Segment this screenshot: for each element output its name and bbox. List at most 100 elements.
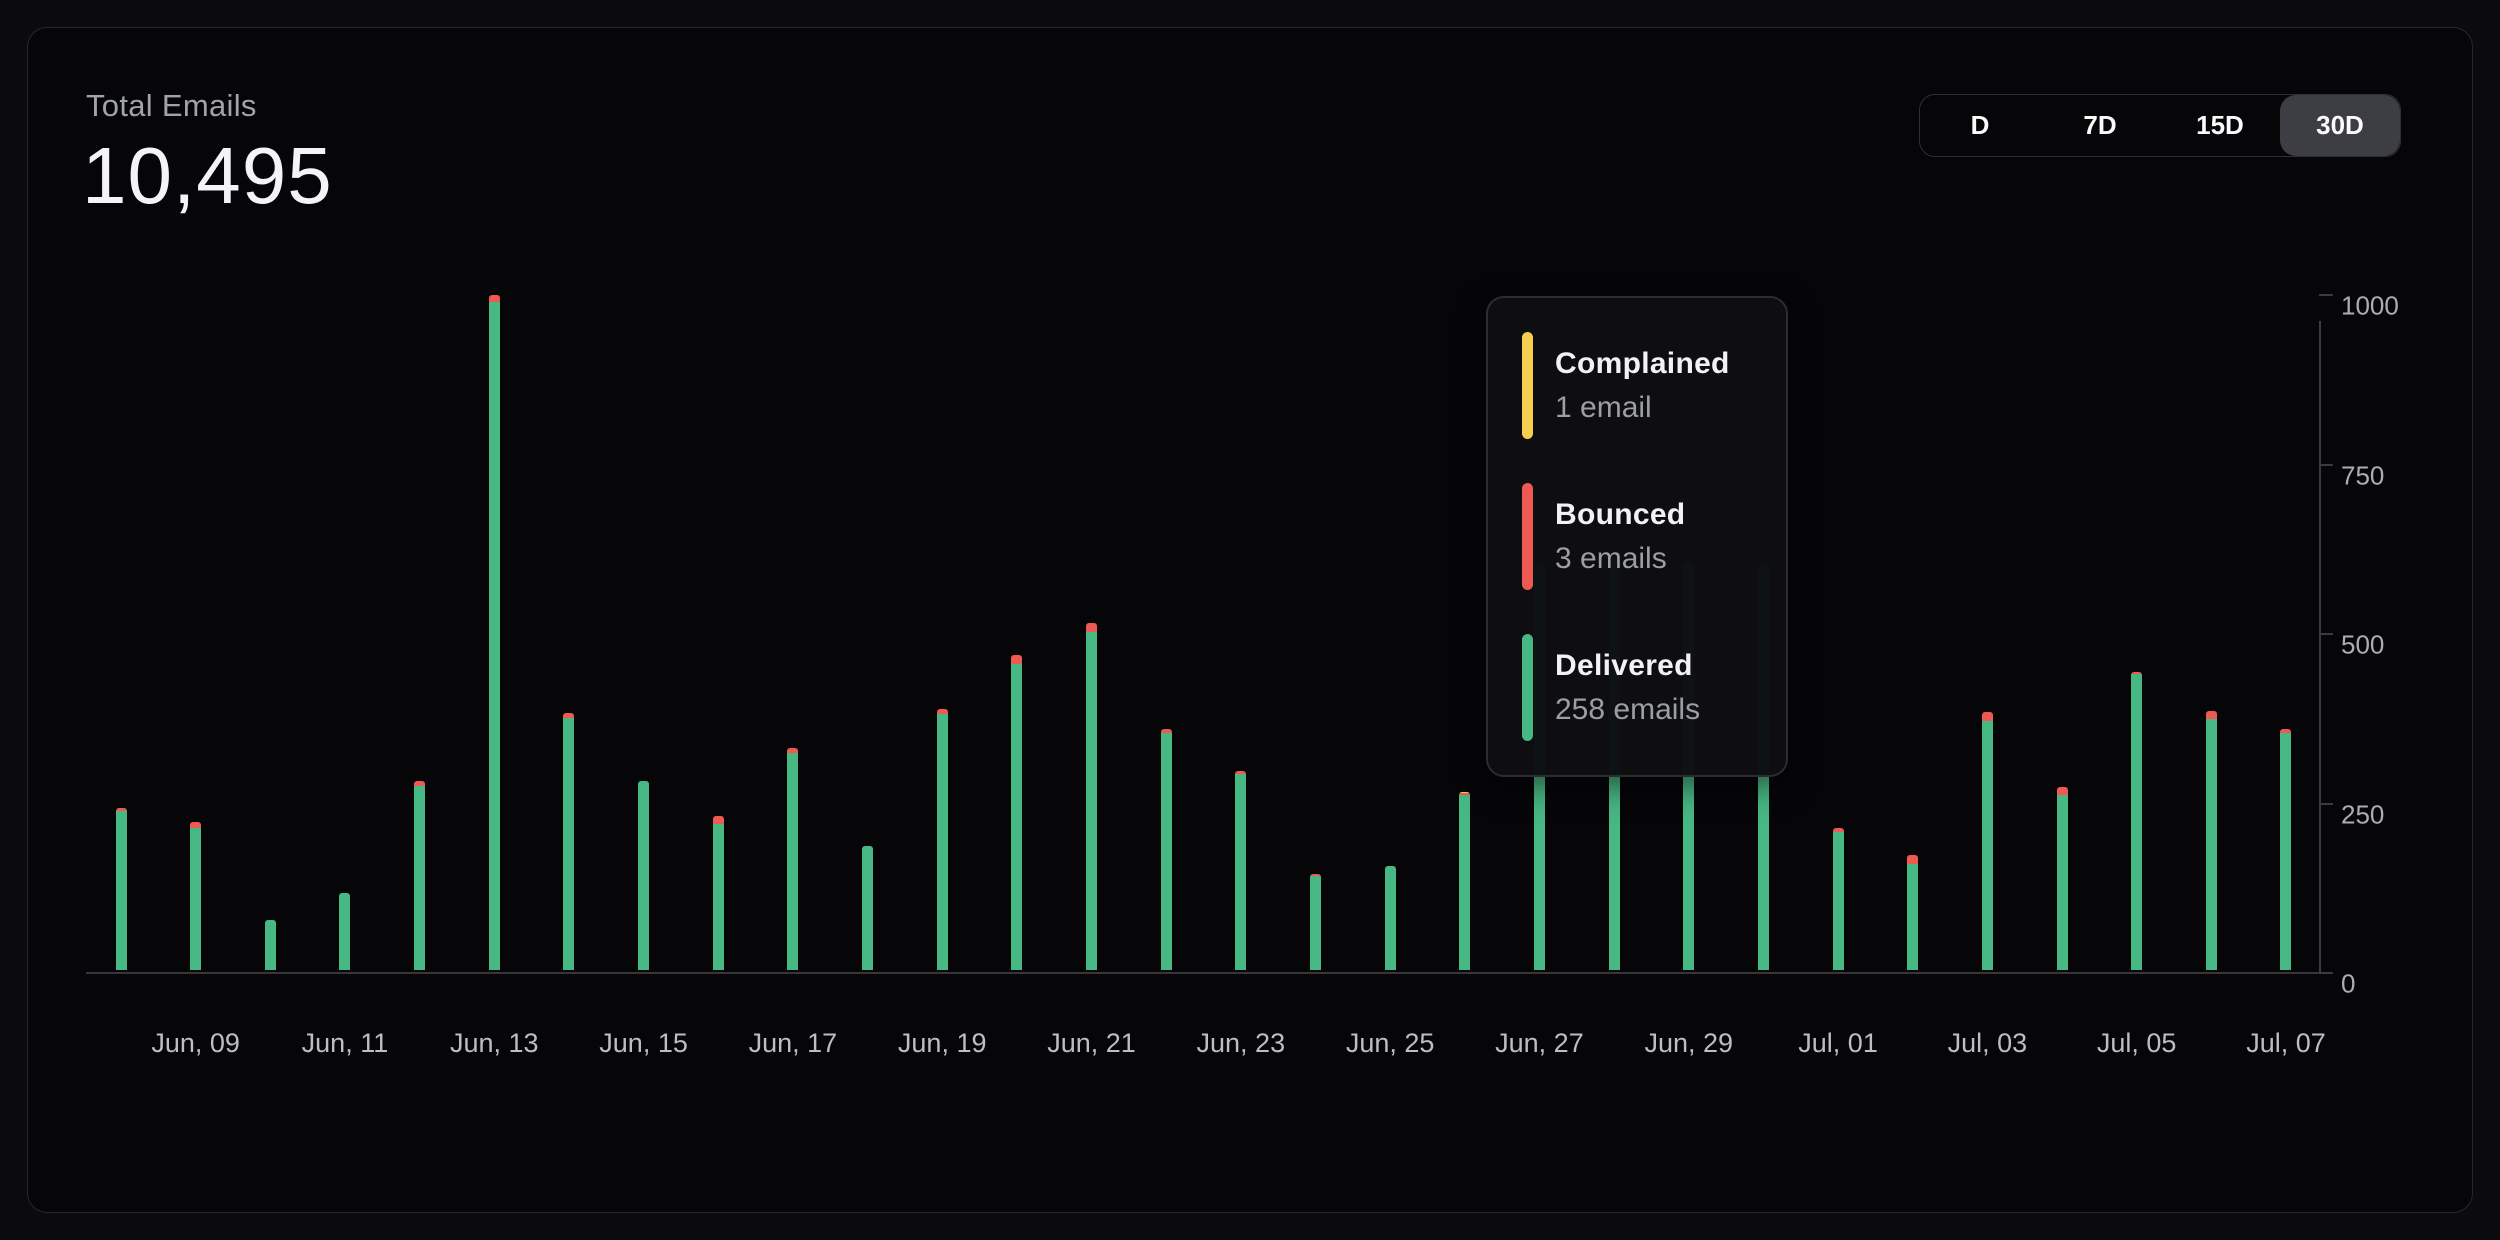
chart-bar[interactable] <box>1982 712 1993 970</box>
tooltip-row-bounced: Bounced 3 emails <box>1522 483 1752 590</box>
x-tick-label: Jun, 27 <box>1459 1028 1619 1059</box>
tooltip-row-complained: Complained 1 email <box>1522 332 1752 439</box>
bar-segment-delivered <box>563 718 574 970</box>
chart-bar[interactable] <box>265 920 276 970</box>
y-axis-line <box>2319 321 2321 972</box>
bar-segment-delivered <box>1459 795 1470 970</box>
chart-bar[interactable] <box>1086 623 1097 970</box>
chart-bar[interactable] <box>414 781 425 970</box>
bar-segment-bounced <box>1011 655 1022 664</box>
bar-segment-delivered <box>339 893 350 970</box>
y-tick-label: 250 <box>2341 799 2431 830</box>
chart-bar[interactable] <box>2131 672 2142 970</box>
bar-segment-delivered <box>1385 866 1396 970</box>
x-tick-label: Jun, 29 <box>1609 1028 1769 1059</box>
chart-bar[interactable] <box>563 713 574 970</box>
x-tick-label: Jun, 21 <box>1012 1028 1172 1059</box>
complained-swatch <box>1522 332 1533 439</box>
bar-segment-bounced <box>1982 712 1993 721</box>
chart-tooltip: Complained 1 email Bounced 3 emails Deli… <box>1486 296 1788 777</box>
y-tick-mark <box>2319 803 2333 805</box>
y-tick-mark <box>2319 294 2333 296</box>
tooltip-value: 258 emails <box>1555 693 1700 727</box>
bar-segment-bounced <box>2206 711 2217 719</box>
x-tick-label: Jun, 25 <box>1310 1028 1470 1059</box>
emails-bar-chart: 02505007501000Jun, 09Jun, 11Jun, 13Jun, … <box>28 28 2472 1212</box>
tooltip-label: Complained <box>1555 347 1730 381</box>
bar-segment-delivered <box>787 753 798 970</box>
bar-segment-bounced <box>2057 787 2068 795</box>
chart-bar[interactable] <box>339 893 350 970</box>
bar-segment-delivered <box>1907 864 1918 970</box>
bar-segment-delivered <box>862 846 873 970</box>
chart-bar[interactable] <box>937 709 948 970</box>
bar-segment-delivered <box>2131 674 2142 970</box>
chart-bar[interactable] <box>489 295 500 970</box>
bounced-swatch <box>1522 483 1533 590</box>
chart-bar[interactable] <box>116 808 127 970</box>
y-tick-mark <box>2319 464 2333 466</box>
bar-segment-delivered <box>2206 719 2217 970</box>
bar-segment-delivered <box>937 714 948 970</box>
bar-segment-delivered <box>1982 721 1993 970</box>
bar-segment-delivered <box>489 302 500 971</box>
x-tick-label: Jun, 17 <box>713 1028 873 1059</box>
bar-segment-delivered <box>1161 733 1172 970</box>
tooltip-label: Delivered <box>1555 649 1700 683</box>
x-tick-label: Jun, 09 <box>116 1028 276 1059</box>
chart-bar[interactable] <box>2206 711 2217 970</box>
x-tick-label: Jun, 19 <box>862 1028 1022 1059</box>
bar-segment-delivered <box>1833 832 1844 970</box>
x-tick-label: Jun, 13 <box>414 1028 574 1059</box>
chart-bar[interactable] <box>190 822 201 970</box>
x-tick-label: Jun, 15 <box>564 1028 724 1059</box>
chart-bar[interactable] <box>713 816 724 970</box>
x-tick-label: Jul, 03 <box>1907 1028 2067 1059</box>
chart-bar[interactable] <box>2280 729 2291 970</box>
bar-segment-delivered <box>190 828 201 970</box>
chart-bar[interactable] <box>1310 874 1321 970</box>
y-tick-label: 500 <box>2341 630 2431 661</box>
bar-segment-delivered <box>1011 664 1022 970</box>
tooltip-row-delivered: Delivered 258 emails <box>1522 634 1752 741</box>
y-tick-mark <box>2319 633 2333 635</box>
bar-segment-delivered <box>638 781 649 970</box>
bar-segment-bounced <box>1907 855 1918 864</box>
chart-bar[interactable] <box>1907 855 1918 970</box>
y-tick-label: 750 <box>2341 460 2431 491</box>
chart-bar[interactable] <box>862 846 873 970</box>
tooltip-label: Bounced <box>1555 498 1685 532</box>
analytics-card: Total Emails 10,495 D 7D 15D 30D 0250500… <box>27 27 2473 1213</box>
chart-bar[interactable] <box>1161 729 1172 970</box>
x-tick-label: Jul, 05 <box>2057 1028 2217 1059</box>
bar-segment-delivered <box>1235 774 1246 970</box>
x-tick-label: Jun, 23 <box>1161 1028 1321 1059</box>
chart-bar[interactable] <box>1385 866 1396 970</box>
bar-segment-delivered <box>713 824 724 970</box>
bar-segment-delivered <box>2057 795 2068 970</box>
chart-bar[interactable] <box>1833 828 1844 970</box>
chart-bar[interactable] <box>638 781 649 970</box>
bar-segment-delivered <box>2280 733 2291 970</box>
bar-segment-delivered <box>1086 632 1097 970</box>
tooltip-value: 3 emails <box>1555 542 1685 576</box>
bar-segment-delivered <box>265 920 276 970</box>
tooltip-value: 1 email <box>1555 391 1730 425</box>
bar-segment-delivered <box>1310 876 1321 970</box>
chart-bar[interactable] <box>1011 655 1022 970</box>
bar-segment-bounced <box>713 816 724 823</box>
chart-bar[interactable] <box>2057 787 2068 970</box>
y-tick-label: 0 <box>2341 969 2431 1000</box>
chart-bar[interactable] <box>1235 771 1246 970</box>
x-tick-label: Jul, 01 <box>1758 1028 1918 1059</box>
x-tick-label: Jul, 07 <box>2206 1028 2366 1059</box>
y-tick-mark <box>2319 972 2333 974</box>
x-tick-label: Jun, 11 <box>265 1028 425 1059</box>
bar-segment-delivered <box>414 786 425 970</box>
chart-bar[interactable] <box>787 748 798 970</box>
bar-segment-bounced <box>1086 623 1097 632</box>
x-axis-line <box>86 972 2321 974</box>
chart-bar[interactable] <box>1459 792 1470 970</box>
bar-segment-delivered <box>116 811 127 970</box>
y-tick-label: 1000 <box>2341 291 2431 322</box>
